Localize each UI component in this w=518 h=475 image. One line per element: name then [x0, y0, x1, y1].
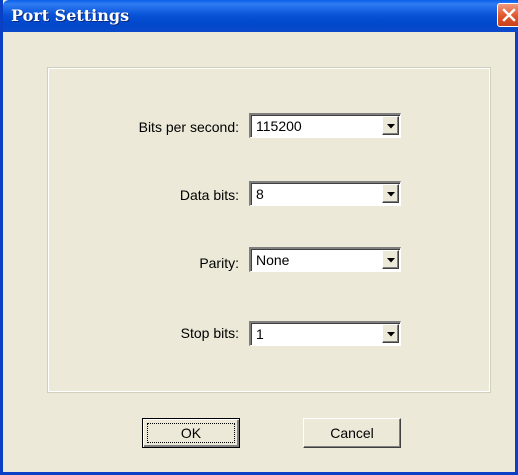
- chevron-down-icon: [387, 192, 395, 197]
- bits-per-second-value: 115200: [256, 118, 302, 134]
- close-icon: [502, 8, 516, 22]
- bits-per-second-label: Bits per second:: [138, 119, 239, 135]
- chevron-down-icon: [387, 124, 395, 129]
- window-title: Port Settings: [11, 6, 130, 25]
- bits-per-second-dropdown-button[interactable]: [382, 116, 399, 135]
- stop-bits-dropdown-button[interactable]: [382, 324, 399, 343]
- chevron-down-icon: [387, 258, 395, 263]
- parity-value: None: [256, 252, 290, 268]
- bits-per-second-select[interactable]: 115200: [249, 113, 401, 138]
- title-bar[interactable]: Port Settings: [3, 0, 518, 32]
- port-settings-dialog: Port Settings Bits per second: 115200 Da…: [0, 0, 518, 475]
- parity-label: Parity:: [199, 255, 239, 271]
- ok-button-label: OK: [180, 425, 202, 441]
- stop-bits-select[interactable]: 1: [249, 321, 401, 346]
- chevron-down-icon: [387, 332, 395, 337]
- ok-button[interactable]: OK: [142, 418, 240, 448]
- data-bits-label: Data bits:: [179, 187, 239, 203]
- parity-dropdown-button[interactable]: [382, 250, 399, 269]
- cancel-button[interactable]: Cancel: [303, 418, 401, 448]
- close-button[interactable]: [497, 3, 518, 27]
- stop-bits-label: Stop bits:: [180, 325, 239, 341]
- data-bits-select[interactable]: 8: [249, 181, 401, 206]
- parity-select[interactable]: None: [249, 247, 401, 272]
- data-bits-dropdown-button[interactable]: [382, 184, 399, 203]
- cancel-button-label: Cancel: [330, 425, 374, 441]
- stop-bits-value: 1: [256, 326, 264, 342]
- data-bits-value: 8: [256, 186, 264, 202]
